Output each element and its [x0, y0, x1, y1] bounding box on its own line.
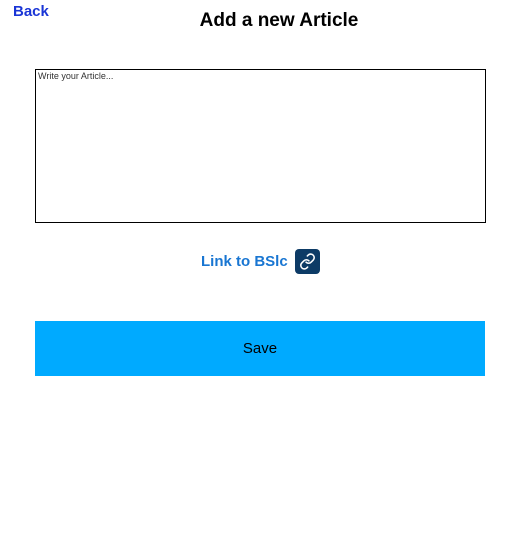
save-button[interactable]: Save: [35, 321, 485, 376]
link-to-bslc-label[interactable]: Link to BSlc: [201, 253, 288, 270]
article-textarea[interactable]: [35, 69, 486, 223]
add-article-screen: Back Add a new Article Link to BSlc Save: [0, 0, 532, 553]
link-row: Link to BSlc: [201, 248, 320, 274]
link-button[interactable]: [295, 249, 320, 274]
page-title: Add a new Article: [199, 10, 359, 31]
link-icon: [300, 253, 315, 270]
